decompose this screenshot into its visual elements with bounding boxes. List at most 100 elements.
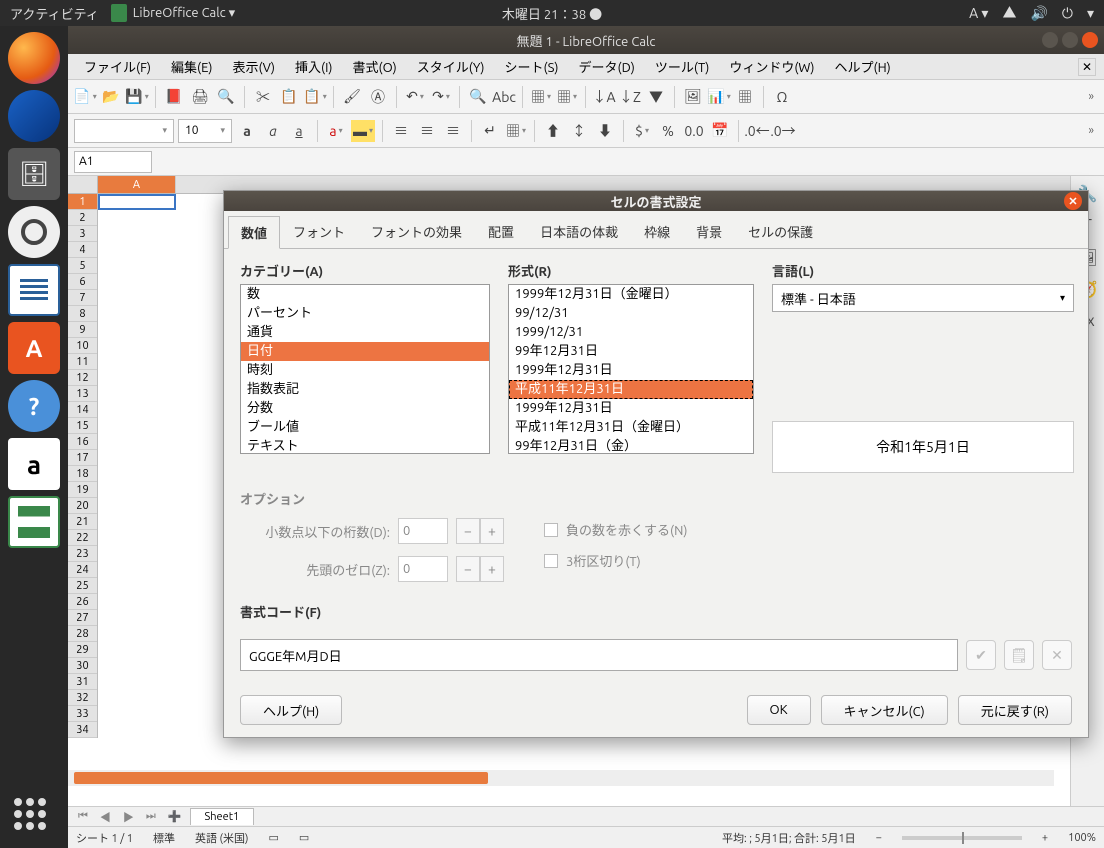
row-header[interactable]: 10 [68, 338, 97, 354]
category-item[interactable]: 分数 [241, 399, 489, 418]
code-apply-button[interactable]: ✔ [966, 640, 996, 670]
row-header[interactable]: 1 [68, 194, 97, 210]
row-header[interactable]: 29 [68, 642, 97, 658]
category-item[interactable]: 時刻 [241, 361, 489, 380]
row-header[interactable]: 18 [68, 466, 97, 482]
status-language[interactable]: 英語 (米国) [195, 830, 248, 846]
format-item[interactable]: 99年12月31日 [509, 342, 753, 361]
window-close[interactable] [1082, 32, 1098, 48]
menu-data[interactable]: データ(D) [571, 54, 643, 79]
new-doc-button[interactable]: 📄 [74, 86, 96, 108]
cancel-button[interactable]: キャンセル(C) [821, 695, 948, 725]
dock-help[interactable]: ? [8, 380, 60, 432]
volume-icon[interactable]: 🔊 [1030, 5, 1047, 22]
status-insert-mode[interactable]: ▭ [268, 831, 278, 844]
row-header[interactable]: 7 [68, 290, 97, 306]
decimals-plus[interactable]: + [480, 518, 504, 544]
tab-prev[interactable]: ◀ [96, 809, 115, 825]
row-header[interactable]: 5 [68, 258, 97, 274]
print-preview-button[interactable]: 🔍 [215, 86, 237, 108]
menu-sheet[interactable]: シート(S) [497, 54, 567, 79]
tab-add[interactable]: ➕ [164, 810, 186, 823]
dock-files[interactable]: 🗄 [8, 148, 60, 200]
row-header[interactable]: 6 [68, 274, 97, 290]
horizontal-scrollbar[interactable] [68, 770, 1054, 786]
col-header-a[interactable]: A [98, 176, 176, 193]
window-minimize[interactable] [1042, 32, 1058, 48]
row-header[interactable]: 15 [68, 418, 97, 434]
tab-background[interactable]: 背景 [683, 215, 735, 248]
tab-protection[interactable]: セルの保護 [735, 215, 826, 248]
negative-red-checkbox[interactable] [544, 523, 558, 537]
tab-first[interactable]: ⏮ [74, 810, 92, 823]
dock-rhythmbox[interactable] [8, 206, 60, 258]
wrap-button[interactable]: ↵ [479, 120, 501, 142]
italic-button[interactable]: a [262, 120, 284, 142]
menu-edit[interactable]: 編集(E) [163, 54, 220, 79]
menu-file[interactable]: ファイル(F) [76, 54, 159, 79]
category-listbox[interactable]: 数パーセント通貨日付時刻指数表記分数ブール値テキスト [240, 284, 490, 454]
status-style[interactable]: 標準 [153, 830, 175, 846]
dock-software[interactable] [8, 322, 60, 374]
clock[interactable]: 木曜日 21：38 ● [502, 4, 602, 23]
thousands-checkbox[interactable] [544, 554, 558, 568]
category-item[interactable]: 指数表記 [241, 380, 489, 399]
clear-format-button[interactable]: Ⓐ [367, 86, 389, 108]
zoom-in[interactable]: + [1042, 832, 1048, 844]
category-item[interactable]: パーセント [241, 304, 489, 323]
row-header[interactable]: 25 [68, 578, 97, 594]
zoom-out[interactable]: − [876, 832, 882, 844]
valign-mid-button[interactable]: ↕ [568, 120, 590, 142]
row-header[interactable]: 13 [68, 386, 97, 402]
bold-button[interactable]: a [236, 120, 258, 142]
number-button[interactable]: 0.0 [683, 120, 705, 142]
tab-font-effects[interactable]: フォントの効果 [358, 215, 475, 248]
row-header[interactable]: 3 [68, 226, 97, 242]
row-header[interactable]: 27 [68, 610, 97, 626]
ok-button[interactable]: OK [747, 695, 811, 725]
category-item[interactable]: 日付 [241, 342, 489, 361]
tab-next[interactable]: ▶ [119, 809, 138, 825]
dock-amazon[interactable]: a [8, 438, 60, 490]
activities-button[interactable]: アクティビティ [10, 4, 99, 23]
tab-numbers[interactable]: 数値 [228, 216, 280, 249]
chart-button[interactable]: 📊 [708, 86, 730, 108]
menu-view[interactable]: 表示(V) [225, 54, 283, 79]
select-all-corner[interactable] [68, 176, 98, 194]
row-header[interactable]: 11 [68, 354, 97, 370]
dock-calc[interactable] [8, 496, 60, 548]
document-close-button[interactable]: ✕ [1078, 58, 1096, 76]
toolbar-overflow[interactable]: » [1084, 90, 1098, 103]
sort-asc-button[interactable]: ↓A [593, 86, 615, 108]
row-header[interactable]: 34 [68, 722, 97, 738]
save-button[interactable]: 💾 [126, 86, 148, 108]
add-decimal-button[interactable]: .0← [746, 120, 768, 142]
leading-zeros-plus[interactable]: + [480, 556, 504, 582]
row-header[interactable]: 31 [68, 674, 97, 690]
dock-writer[interactable] [8, 264, 60, 316]
row-header[interactable]: 30 [68, 658, 97, 674]
row-header[interactable]: 23 [68, 546, 97, 562]
row-header[interactable]: 14 [68, 402, 97, 418]
date-button[interactable]: 📅 [709, 120, 731, 142]
valign-bottom-button[interactable]: ⬇ [594, 120, 616, 142]
tab-font[interactable]: フォント [280, 215, 358, 248]
image-button[interactable]: 🖼 [682, 86, 704, 108]
row-header[interactable]: 28 [68, 626, 97, 642]
special-char-button[interactable]: Ω [771, 86, 793, 108]
row-header[interactable]: 19 [68, 482, 97, 498]
row-header[interactable]: 32 [68, 690, 97, 706]
cut-button[interactable]: ✂ [252, 86, 274, 108]
input-method-indicator[interactable]: A ▾ [969, 5, 988, 22]
row-header[interactable]: 9 [68, 322, 97, 338]
tab-alignment[interactable]: 配置 [475, 215, 527, 248]
valign-top-button[interactable]: ⬆ [542, 120, 564, 142]
dock-thunderbird[interactable] [8, 90, 60, 142]
code-delete-button[interactable]: ✕ [1042, 640, 1072, 670]
app-menu[interactable]: LibreOffice Calc ▾ [111, 4, 235, 22]
align-center-button[interactable]: ≡ [416, 120, 438, 142]
spellcheck-button[interactable]: Abc [493, 86, 515, 108]
decimals-minus[interactable]: − [456, 518, 480, 544]
row-headers[interactable]: 1234567891011121314151617181920212223242… [68, 194, 98, 738]
category-item[interactable]: 数 [241, 285, 489, 304]
